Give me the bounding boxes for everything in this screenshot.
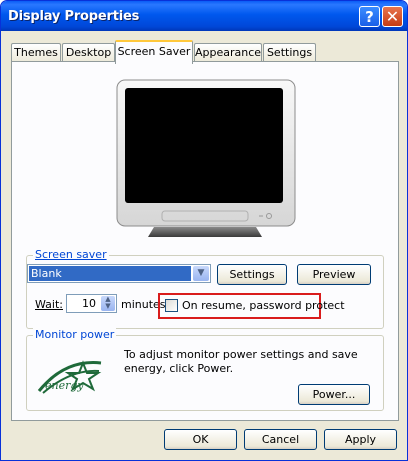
- screen-saver-group-label: Screen saver: [33, 248, 109, 261]
- close-button[interactable]: ✕: [382, 6, 403, 27]
- spin-arrows-icon[interactable]: ▲ ▼: [101, 296, 115, 311]
- screen-saver-settings-button[interactable]: Settings: [217, 264, 287, 285]
- help-button[interactable]: ?: [359, 6, 380, 27]
- wait-label: Wait:: [35, 298, 63, 311]
- chevron-down-icon[interactable]: ▼: [193, 266, 209, 281]
- energy-star-logo-icon: energy: [37, 360, 102, 394]
- power-button[interactable]: Power...: [298, 384, 370, 405]
- monitor-power-group-label: Monitor power: [33, 328, 117, 341]
- tab-strip: Themes Desktop Screen Saver Appearance S…: [11, 40, 399, 64]
- preview-button[interactable]: Preview: [297, 264, 371, 285]
- password-protect-highlight: On resume, password protect: [158, 293, 345, 319]
- display-properties-window: Display Properties ? ✕ Themes Desktop Sc…: [0, 0, 408, 461]
- monitor-power-description: To adjust monitor power settings and sav…: [124, 348, 358, 375]
- tab-settings[interactable]: Settings: [263, 43, 316, 62]
- window-title: Display Properties: [8, 9, 140, 24]
- cancel-button[interactable]: Cancel: [244, 429, 317, 450]
- monitor-preview-icon: [116, 79, 296, 237]
- password-protect-checkbox[interactable]: [165, 299, 178, 312]
- title-bar[interactable]: Display Properties ? ✕: [1, 1, 407, 31]
- tab-themes[interactable]: Themes: [11, 43, 61, 62]
- apply-button[interactable]: Apply: [324, 429, 397, 450]
- tab-appearance[interactable]: Appearance: [194, 43, 262, 62]
- wait-minutes-value: 10: [82, 297, 96, 310]
- wait-minutes-stepper[interactable]: 10 ▲ ▼: [66, 294, 117, 313]
- screen-saver-selected-value: Blank: [29, 266, 191, 281]
- tab-screen-saver[interactable]: Screen Saver: [115, 40, 193, 64]
- ok-button[interactable]: OK: [164, 429, 237, 450]
- screen-saver-select[interactable]: Blank ▼: [27, 264, 211, 283]
- tab-desktop[interactable]: Desktop: [62, 43, 115, 62]
- energy-logo-text: energy: [45, 379, 84, 392]
- password-protect-label[interactable]: On resume, password protect: [182, 299, 345, 312]
